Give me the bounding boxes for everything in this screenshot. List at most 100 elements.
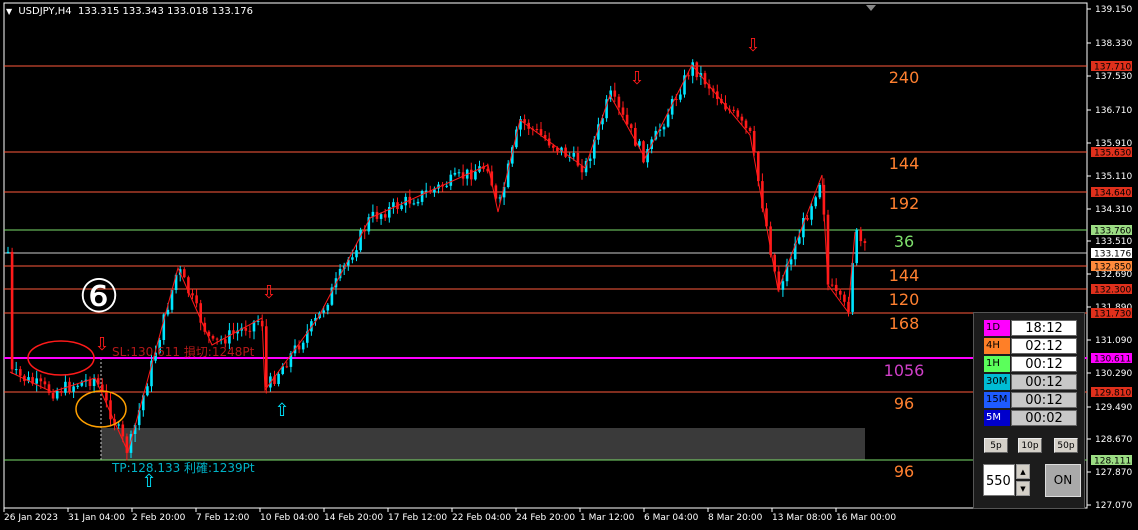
timer-value: 00:12 xyxy=(1011,374,1077,390)
down-arrow-icon: ⇩ xyxy=(629,68,644,89)
time-tick-label: 13 Mar 08:00 xyxy=(772,513,832,523)
candle-body xyxy=(183,269,186,278)
candle-body xyxy=(285,366,289,368)
candle-body xyxy=(326,304,330,311)
down-arrow-icon: ⇩ xyxy=(745,35,760,56)
candle-body xyxy=(35,378,38,384)
candle-body xyxy=(752,131,756,153)
candle-body xyxy=(736,110,740,117)
chart-title: ▼ USDJPY,H4 133.315 133.343 133.018 133.… xyxy=(6,6,253,17)
pips-input[interactable]: 550 xyxy=(983,464,1015,496)
price-tick-label: 136.710 xyxy=(1095,106,1132,116)
stop-loss-label: SL:130.611 損切:1248Pt xyxy=(112,344,255,359)
time-tick-label: 6 Mar 04:00 xyxy=(644,513,699,523)
candle-body xyxy=(265,326,268,388)
candle-body xyxy=(588,158,592,161)
candle-body xyxy=(88,379,92,386)
level-count-label: 192 xyxy=(889,194,920,213)
candle-body xyxy=(248,330,252,332)
symbol-label: USDJPY,H4 xyxy=(18,6,72,17)
time-tick-label: 10 Feb 04:00 xyxy=(260,513,319,523)
timer-row-5m: 5M 00:02 xyxy=(984,410,1077,426)
candle-body xyxy=(789,259,793,265)
timer-row-1d: 1D 18:12 xyxy=(984,320,1077,336)
step-5p-button[interactable]: 5p xyxy=(984,438,1008,453)
candle-body xyxy=(351,257,354,260)
candle-body xyxy=(445,185,448,187)
candle-body xyxy=(76,385,79,387)
candle-body xyxy=(679,94,682,100)
spin-down-icon[interactable]: ▼ xyxy=(1016,481,1030,496)
price-tick-label: 131.090 xyxy=(1095,336,1132,346)
timer-value: 00:02 xyxy=(1011,410,1077,426)
timer-label: 1H xyxy=(984,356,1010,372)
timer-row-1h: 1H 00:12 xyxy=(984,356,1077,372)
candle-body xyxy=(60,391,63,393)
level-count-label: 240 xyxy=(889,68,920,87)
candle-body xyxy=(6,251,10,253)
candle-body xyxy=(383,214,387,218)
candle-body xyxy=(43,381,47,385)
dropdown-triangle-icon[interactable]: ▼ xyxy=(6,7,12,16)
candle-body xyxy=(806,218,809,220)
candle-body xyxy=(613,90,617,97)
level-count-label: 96 xyxy=(894,394,914,413)
price-tag: 135.630 xyxy=(1094,149,1131,159)
step-50p-button[interactable]: 50p xyxy=(1054,438,1078,453)
candle-body xyxy=(301,342,305,350)
candle-body xyxy=(564,147,567,157)
candle-body xyxy=(642,141,645,163)
time-tick-label: 22 Feb 04:00 xyxy=(452,513,511,523)
tp-zone xyxy=(101,428,865,460)
time-tick-label: 26 Jan 2023 xyxy=(4,513,58,523)
candle-body xyxy=(195,295,198,304)
time-tick-label: 17 Feb 12:00 xyxy=(388,513,447,523)
spin-up-icon[interactable]: ▲ xyxy=(1016,464,1030,479)
candle-body xyxy=(420,191,424,202)
candle-body xyxy=(453,172,457,175)
candle-body xyxy=(572,153,576,157)
time-tick-label: 2 Feb 20:00 xyxy=(132,513,186,523)
candle-body xyxy=(834,284,838,291)
price-tick-label: 135.110 xyxy=(1095,172,1132,182)
candle-body xyxy=(818,184,822,198)
candle-body xyxy=(424,190,428,192)
candle-body xyxy=(51,393,55,399)
candle-body xyxy=(277,374,280,384)
candle-body xyxy=(146,386,149,396)
price-tag-current: 133.176 xyxy=(1094,250,1131,260)
timer-value: 18:12 xyxy=(1011,320,1077,336)
timer-label: 30M xyxy=(984,374,1010,390)
price-tag: 128.111 xyxy=(1094,457,1131,467)
time-tick-label: 16 Mar 00:00 xyxy=(836,513,896,523)
timer-row-4h: 4H 02:12 xyxy=(984,338,1077,354)
time-tick-label: 14 Feb 20:00 xyxy=(324,513,383,523)
timer-panel: 1D 18:12 4H 02:12 1H 00:12 30M 00:12 15M… xyxy=(973,312,1085,509)
timer-label: 15M xyxy=(984,392,1010,408)
level-count-label: 168 xyxy=(889,314,920,333)
candle-body xyxy=(638,141,641,146)
candle-body xyxy=(224,339,227,344)
level-count-label: 96 xyxy=(894,462,914,481)
candle-body xyxy=(748,127,752,131)
candle-body xyxy=(855,229,858,264)
candle-body xyxy=(166,309,170,315)
candle-body xyxy=(617,96,621,108)
candle-body xyxy=(621,107,625,115)
candle-body xyxy=(781,281,785,290)
timer-value: 02:12 xyxy=(1011,338,1077,354)
level-count-label: 36 xyxy=(894,232,914,251)
on-button[interactable]: ON xyxy=(1045,464,1081,497)
candle-body xyxy=(675,99,678,100)
price-chart[interactable]: ⇩ ⇩ ⇩ ⇩ ⇧ ⇧ ⑥ SL:130.611 損切:1248Pt TP:12… xyxy=(0,0,1138,530)
step-10p-button[interactable]: 10p xyxy=(1018,438,1042,453)
candle-body xyxy=(744,120,748,128)
candle-body xyxy=(798,237,801,244)
price-tick-label: 138.330 xyxy=(1095,39,1132,49)
candle-body xyxy=(740,116,744,121)
price-tag: 129.810 xyxy=(1094,389,1131,399)
candle-body xyxy=(191,293,194,296)
price-tag: 132.850 xyxy=(1094,263,1131,273)
candle-body xyxy=(19,369,22,376)
price-tag: 131.730 xyxy=(1094,310,1131,320)
